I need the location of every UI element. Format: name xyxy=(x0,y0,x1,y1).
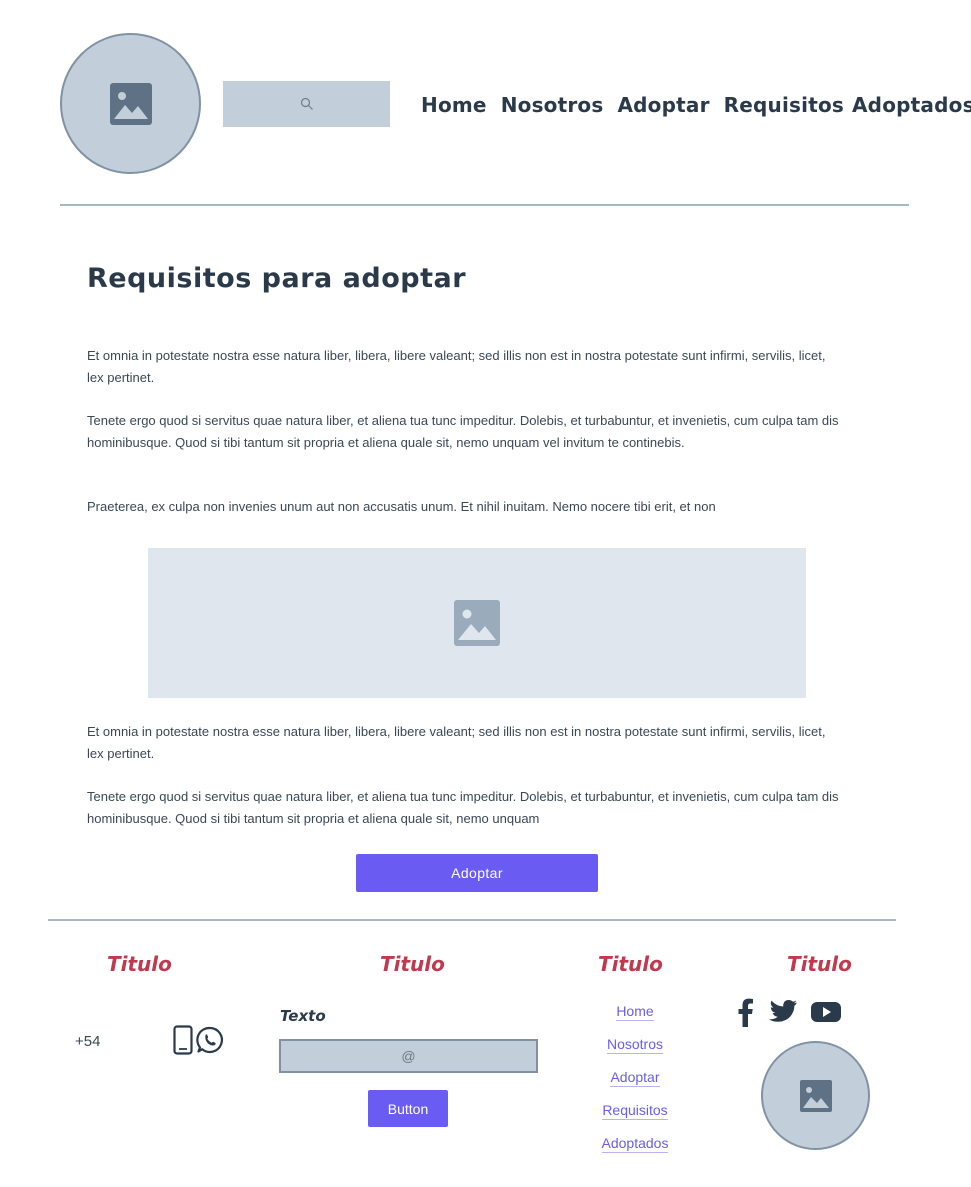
nav-item-adoptar[interactable]: Adoptar xyxy=(617,93,709,117)
footer-link-nosotros[interactable]: Nosotros xyxy=(606,1036,664,1054)
image-placeholder-icon xyxy=(799,1079,832,1112)
nav-item-home[interactable]: Home xyxy=(421,93,487,117)
footer-link-requisitos[interactable]: Requisitos xyxy=(602,1102,668,1120)
footer-title-contact: Titulo xyxy=(107,952,172,976)
twitter-icon[interactable] xyxy=(766,999,798,1025)
content-image-placeholder xyxy=(148,548,806,698)
smartphone-icon[interactable] xyxy=(173,1025,193,1055)
youtube-icon[interactable] xyxy=(810,1000,842,1024)
footer-title-links: Titulo xyxy=(598,952,663,976)
nav-item-nosotros[interactable]: Nosotros xyxy=(501,93,604,117)
email-field[interactable] xyxy=(279,1039,538,1073)
footer-text-label: Texto xyxy=(280,1007,326,1025)
footer-divider xyxy=(48,919,896,921)
whatsapp-icon[interactable] xyxy=(195,1025,225,1055)
phone-icons xyxy=(173,1025,225,1055)
image-placeholder-icon xyxy=(454,600,500,646)
paragraph: Praeterea, ex culpa non invenies unum au… xyxy=(87,499,716,514)
paragraph: Tenete ergo quod si servitus quae natura… xyxy=(87,413,839,450)
footer-title-newsletter: Titulo xyxy=(380,952,445,976)
social-links xyxy=(736,997,842,1027)
header-divider xyxy=(60,204,909,206)
nav-item-requisitos[interactable]: Requisitos xyxy=(724,93,844,117)
footer-link-home[interactable]: Home xyxy=(616,1003,654,1021)
logo-placeholder[interactable] xyxy=(60,33,201,174)
search-input[interactable] xyxy=(223,81,390,127)
phone-number: +54 xyxy=(75,1033,101,1050)
search-icon xyxy=(300,97,313,110)
footer-link-adoptar[interactable]: Adoptar xyxy=(610,1069,660,1087)
paragraph: Et omnia in potestate nostra esse natura… xyxy=(87,348,826,385)
nav-item-adoptados[interactable]: Adoptados xyxy=(852,93,971,117)
footer-link-adoptados[interactable]: Adoptados xyxy=(601,1135,669,1153)
footer-image-placeholder xyxy=(761,1041,870,1150)
paragraph: Et omnia in potestate nostra esse natura… xyxy=(87,724,826,761)
footer-links: Home Nosotros Adoptar Requisitos Adoptad… xyxy=(590,1003,680,1168)
main-nav: Home Nosotros Adoptar Requisitos Adoptad… xyxy=(421,90,971,120)
adopt-button[interactable]: Adoptar xyxy=(356,854,598,892)
page-title: Requisitos para adoptar xyxy=(87,263,467,294)
paragraph: Tenete ergo quod si servitus quae natura… xyxy=(87,789,839,826)
footer-title-social: Titulo xyxy=(787,952,852,976)
footer-submit-button[interactable]: Button xyxy=(368,1090,448,1127)
image-placeholder-icon xyxy=(109,82,152,125)
facebook-icon[interactable] xyxy=(736,997,754,1027)
